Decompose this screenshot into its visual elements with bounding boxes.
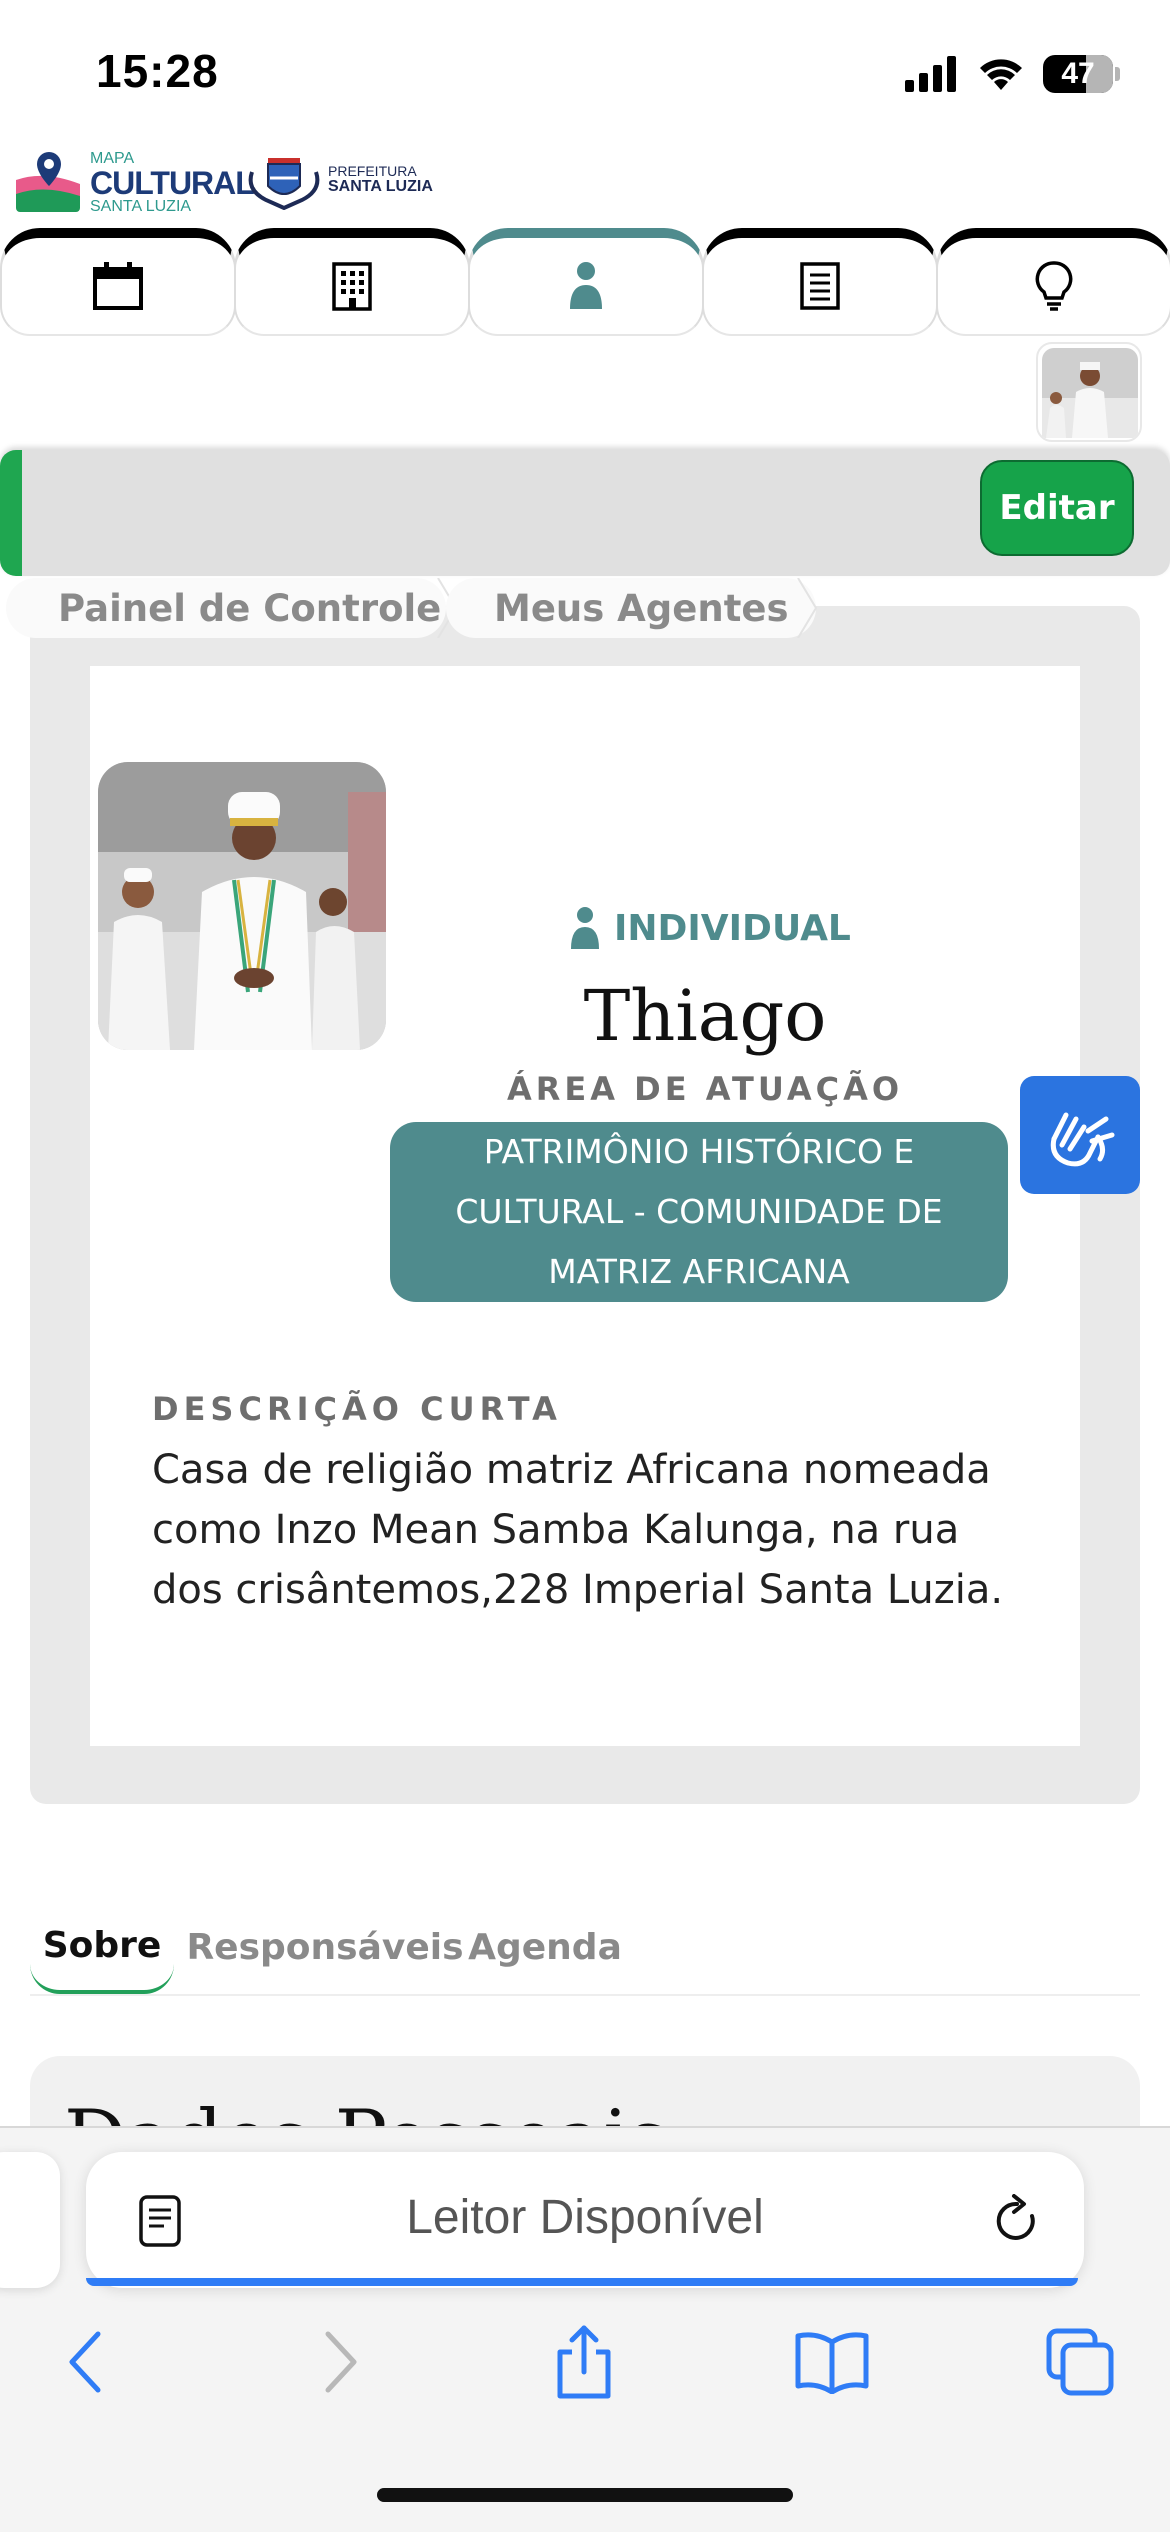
page-load-progress: [86, 2278, 1078, 2286]
short-description-label: DESCRIÇÃO CURTA: [152, 1390, 562, 1428]
previous-tab-preview[interactable]: [0, 2152, 60, 2288]
profile-photo: [98, 762, 386, 1050]
cellular-signal-icon: [905, 56, 956, 92]
status-time: 15:28: [96, 45, 219, 97]
logo-cultural-text: CULTURAL: [90, 165, 255, 201]
logo-santa-luzia-text: SANTA LUZIA: [90, 198, 192, 215]
battery-icon: 47: [1043, 55, 1113, 93]
edit-button[interactable]: Editar: [980, 460, 1134, 556]
tab-opportunities[interactable]: [936, 228, 1170, 336]
tab-agents[interactable]: [468, 228, 704, 336]
person-icon: [570, 262, 602, 309]
tabs-icon[interactable]: [1040, 2322, 1120, 2402]
breadcrumb-item-control-panel[interactable]: Painel de Controle: [6, 578, 446, 638]
tab-responsaveis[interactable]: Responsáveis: [180, 1900, 470, 1994]
document-icon: [800, 262, 840, 310]
back-icon[interactable]: [46, 2322, 126, 2402]
mapa-cultural-logo[interactable]: MAPA CULTURAL SANTA LUZIA: [14, 150, 255, 216]
logo-prefeitura-text: PREFEITURA: [328, 163, 417, 180]
person-icon: [571, 907, 599, 949]
forward-icon[interactable]: [300, 2322, 380, 2402]
area-label: ÁREA DE ATUAÇÃO: [506, 1070, 904, 1108]
reader-icon[interactable]: [138, 2194, 182, 2248]
building-icon: [332, 262, 372, 311]
lightbulb-icon: [1035, 261, 1073, 311]
agent-type: INDIVIDUAL: [570, 906, 851, 950]
logo-prefeitura-name: SANTA LUZIA: [328, 177, 433, 195]
address-bar-text: Leitor Disponível: [406, 2191, 764, 2244]
share-icon[interactable]: [544, 2322, 624, 2402]
map-pin-logo-icon: [16, 152, 80, 212]
tab-sobre[interactable]: Sobre: [30, 1900, 174, 1994]
sign-language-icon: [1050, 1112, 1115, 1167]
reload-icon[interactable]: [992, 2194, 1042, 2248]
area-badge-line: MATRIZ AFRICANA: [548, 1252, 850, 1291]
prefeitura-logo[interactable]: PREFEITURA SANTA LUZIA: [246, 150, 433, 210]
user-avatar[interactable]: [1036, 342, 1142, 442]
area-badge-line: PATRIMÔNIO HISTÓRICO E: [483, 1132, 915, 1171]
bookmarks-icon[interactable]: [792, 2322, 872, 2402]
status-icons: 47: [905, 52, 1120, 96]
calendar-icon: [93, 262, 143, 310]
agent-type-label: INDIVIDUAL: [614, 907, 851, 949]
area-badge: PATRIMÔNIO HISTÓRICO E CULTURAL - COMUNI…: [390, 1122, 1008, 1302]
tab-spaces[interactable]: [234, 228, 470, 336]
wifi-icon: [980, 59, 1022, 90]
tab-agenda[interactable]: Agenda: [460, 1900, 630, 1994]
short-description-text: Casa de religião matriz Africana nomeada…: [152, 1447, 1004, 1613]
breadcrumb-item-my-agents[interactable]: Meus Agentes: [446, 578, 816, 638]
tab-events[interactable]: [0, 228, 236, 336]
area-badge-line: CULTURAL - COMUNIDADE DE: [455, 1192, 943, 1231]
tab-projects[interactable]: [702, 228, 938, 336]
content-tabs: Sobre Responsáveis Agenda: [30, 1900, 1140, 1996]
avatar-photo: [1042, 348, 1138, 438]
battery-level: 47: [1061, 57, 1095, 90]
agent-name: Thiago: [583, 975, 827, 1057]
sign-language-accessibility-button[interactable]: [1020, 1076, 1140, 1194]
coat-of-arms-icon: [248, 158, 320, 210]
breadcrumb-separator-icon: [797, 578, 818, 638]
home-indicator: [377, 2488, 793, 2502]
main-nav-tabs: [0, 228, 1170, 338]
